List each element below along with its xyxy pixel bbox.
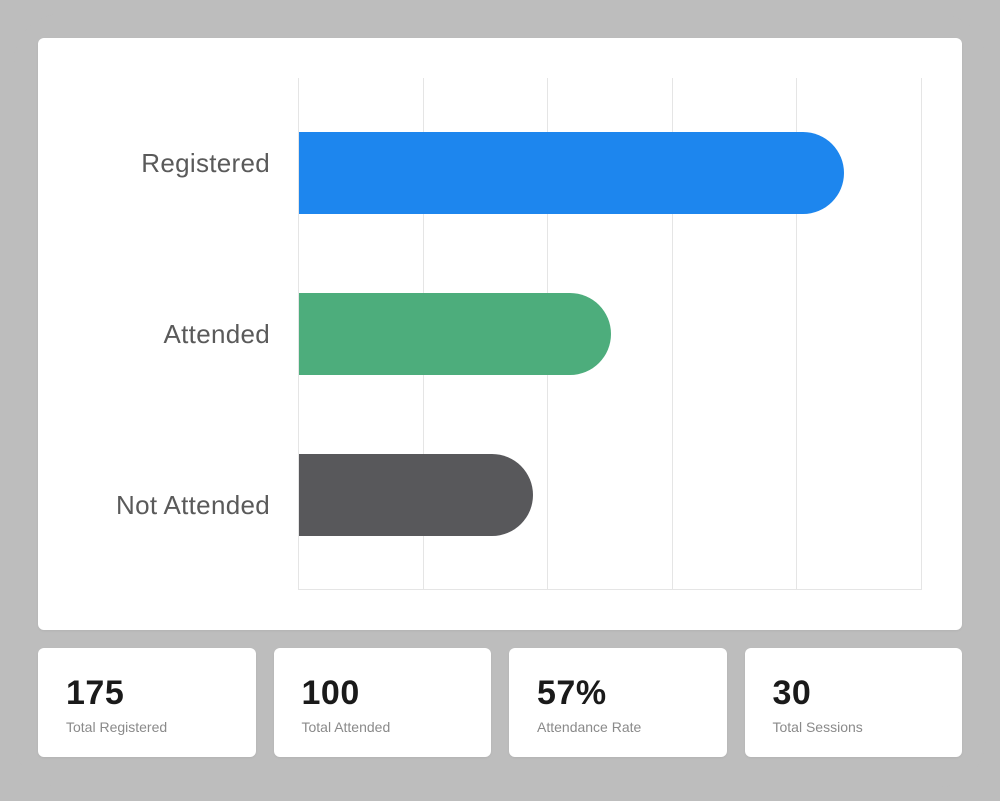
chart-bars	[299, 78, 922, 589]
chart-label-attended: Attended	[98, 321, 270, 347]
chart-bar	[299, 132, 844, 214]
chart-bar	[299, 293, 611, 375]
chart-bar	[299, 454, 533, 536]
attendance-chart-card: Registered Attended Not Attended	[38, 38, 962, 630]
stat-label: Total Attended	[302, 719, 464, 735]
attendance-chart: Registered Attended Not Attended	[98, 78, 922, 590]
stat-value: 100	[302, 674, 464, 713]
chart-label-not-attended: Not Attended	[98, 492, 270, 518]
chart-plot-area	[298, 78, 922, 590]
stat-label: Total Registered	[66, 719, 228, 735]
dashboard-frame: Registered Attended Not Attended 175 Tot…	[14, 14, 986, 787]
stat-value: 175	[66, 674, 228, 713]
stat-total-sessions: 30 Total Sessions	[745, 648, 963, 757]
stat-total-registered: 175 Total Registered	[38, 648, 256, 757]
stats-row: 175 Total Registered 100 Total Attended …	[38, 648, 962, 757]
stat-label: Total Sessions	[773, 719, 935, 735]
stat-total-attended: 100 Total Attended	[274, 648, 492, 757]
stat-value: 57%	[537, 674, 699, 713]
chart-category-labels: Registered Attended Not Attended	[98, 78, 298, 590]
chart-label-registered: Registered	[98, 150, 270, 176]
stat-value: 30	[773, 674, 935, 713]
stat-attendance-rate: 57% Attendance Rate	[509, 648, 727, 757]
stat-label: Attendance Rate	[537, 719, 699, 735]
